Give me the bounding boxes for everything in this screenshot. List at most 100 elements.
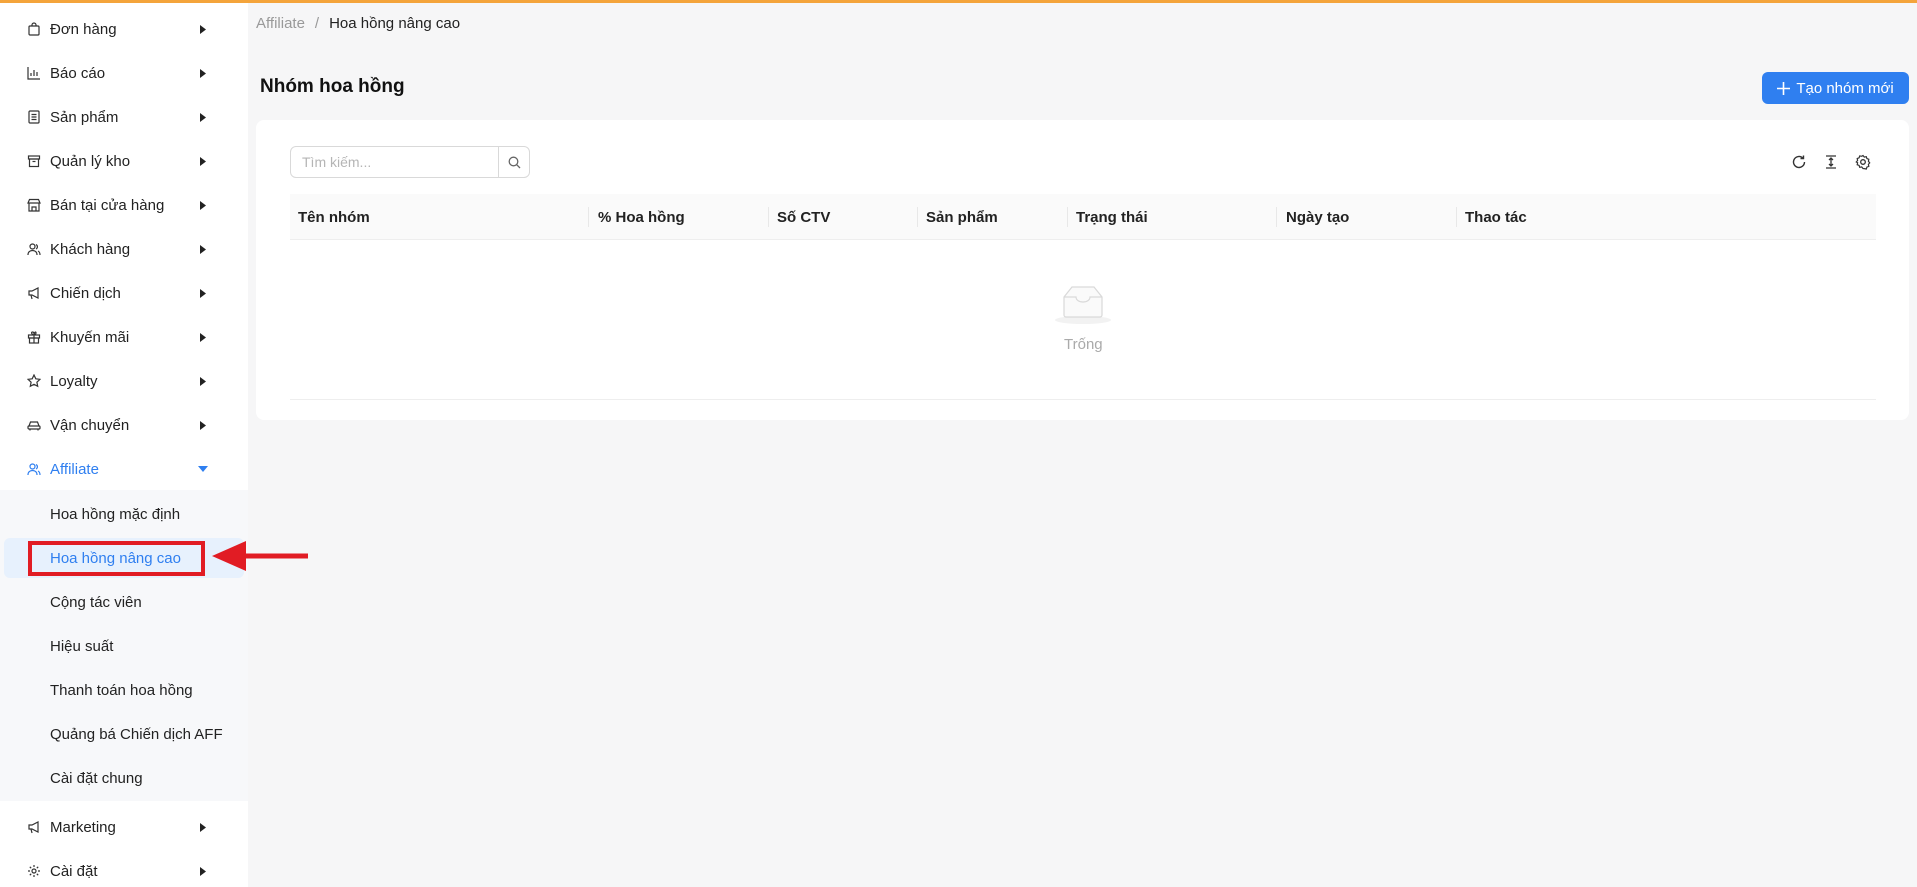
refresh-icon[interactable] xyxy=(1790,153,1808,171)
users-icon xyxy=(26,241,42,257)
breadcrumb-separator: / xyxy=(314,15,320,32)
sidebar-item-label: Vận chuyển xyxy=(50,416,130,434)
column-header-status[interactable]: Trạng thái xyxy=(1076,194,1148,240)
megaphone-icon xyxy=(26,819,42,835)
column-divider xyxy=(768,207,769,227)
sidebar-item-label: Marketing xyxy=(50,818,116,836)
sidebar-item-reports[interactable]: Báo cáo xyxy=(0,51,248,95)
top-accent-bar xyxy=(0,0,1917,3)
sidebar-item-campaigns[interactable]: Chiến dịch xyxy=(0,271,248,315)
sidebar-item-label: Cài đặt xyxy=(50,862,98,880)
submenu-item-label: Cài đặt chung xyxy=(50,769,143,787)
table-header: Tên nhóm % Hoa hồng Số CTV Sản phẩm Trạn… xyxy=(290,194,1876,240)
settings-icon[interactable] xyxy=(1854,153,1872,171)
star-icon xyxy=(26,373,42,389)
page-title: Nhóm hoa hồng xyxy=(260,76,405,97)
breadcrumb: Affiliate / Hoa hồng nâng cao xyxy=(256,15,460,32)
sidebar-item-label: Báo cáo xyxy=(50,64,106,82)
column-header-ctv-count[interactable]: Số CTV xyxy=(777,194,830,240)
submenu-item-label: Thanh toán hoa hồng xyxy=(50,681,193,699)
submenu-item-aff-campaign[interactable]: Quảng bá Chiến dịch AFF xyxy=(0,714,248,754)
column-header-created-date[interactable]: Ngày tạo xyxy=(1286,194,1349,240)
megaphone-icon xyxy=(26,285,42,301)
table-bottom-divider xyxy=(290,399,1876,400)
gift-icon xyxy=(26,329,42,345)
submenu-item-label: Hiệu suất xyxy=(50,637,114,655)
caret-right-icon xyxy=(198,112,208,122)
column-header-commission[interactable]: % Hoa hồng xyxy=(598,194,685,240)
document-icon xyxy=(26,109,42,125)
sidebar-item-label: Khách hàng xyxy=(50,240,131,258)
column-divider xyxy=(588,207,589,227)
sidebar-item-inventory[interactable]: Quản lý kho xyxy=(0,139,248,183)
search-icon xyxy=(508,156,520,168)
submenu-item-label: Quảng bá Chiến dịch AFF xyxy=(50,725,223,743)
sidebar-item-label: Đơn hàng xyxy=(50,20,117,38)
column-divider xyxy=(1067,207,1068,227)
caret-right-icon xyxy=(198,156,208,166)
sidebar-item-pos[interactable]: Bán tại cửa hàng xyxy=(0,183,248,227)
caret-right-icon xyxy=(198,200,208,210)
caret-right-icon xyxy=(198,866,208,876)
caret-right-icon xyxy=(198,68,208,78)
sidebar-item-label: Khuyến mãi xyxy=(50,328,130,346)
sidebar-item-label: Chiến dịch xyxy=(50,284,121,302)
sidebar-item-affiliate[interactable]: Affiliate xyxy=(0,447,248,491)
breadcrumb-current: Hoa hồng nâng cao xyxy=(329,15,461,32)
submenu-item-label: Cộng tác viên xyxy=(50,593,142,611)
sidebar-item-label: Sản phẩm xyxy=(50,108,119,126)
bag-icon xyxy=(26,21,42,37)
caret-right-icon xyxy=(198,244,208,254)
caret-right-icon xyxy=(198,288,208,298)
warehouse-icon xyxy=(26,153,42,169)
sidebar-item-promotions[interactable]: Khuyến mãi xyxy=(0,315,248,359)
create-group-button[interactable]: Tạo nhóm mới xyxy=(1762,72,1909,104)
highlight-box xyxy=(28,541,205,576)
sidebar-item-shipping[interactable]: Vận chuyển xyxy=(0,403,248,447)
gear-icon xyxy=(26,863,42,879)
store-icon xyxy=(26,197,42,213)
column-height-icon[interactable] xyxy=(1822,153,1840,171)
sidebar: Đơn hàng Báo cáo Sản phẩm Quản lý kho Bá… xyxy=(0,3,248,887)
column-divider xyxy=(1276,207,1277,227)
column-divider xyxy=(1456,207,1457,227)
column-divider xyxy=(917,207,918,227)
column-header-products[interactable]: Sản phẩm xyxy=(926,194,998,240)
empty-state-text: Trống xyxy=(1064,336,1103,353)
caret-right-icon xyxy=(198,332,208,342)
sidebar-item-orders[interactable]: Đơn hàng xyxy=(0,7,248,51)
breadcrumb-parent[interactable]: Affiliate xyxy=(256,15,305,32)
caret-right-icon xyxy=(198,376,208,386)
submenu-item-label: Hoa hồng mặc định xyxy=(50,505,181,523)
caret-right-icon xyxy=(198,822,208,832)
create-group-label: Tạo nhóm mới xyxy=(1796,79,1894,97)
search-input[interactable] xyxy=(291,147,498,177)
submenu-item-collaborators[interactable]: Cộng tác viên xyxy=(0,582,248,622)
car-icon xyxy=(26,417,42,433)
sidebar-item-loyalty[interactable]: Loyalty xyxy=(0,359,248,403)
sidebar-item-label: Bán tại cửa hàng xyxy=(50,196,165,214)
sidebar-item-customers[interactable]: Khách hàng xyxy=(0,227,248,271)
sidebar-item-label: Quản lý kho xyxy=(50,152,131,170)
submenu-item-performance[interactable]: Hiệu suất xyxy=(0,626,248,666)
column-header-actions: Thao tác xyxy=(1465,208,1527,226)
empty-inbox-icon xyxy=(1055,286,1111,324)
sidebar-item-settings[interactable]: Cài đặt xyxy=(0,849,248,887)
submenu-item-general-settings[interactable]: Cài đặt chung xyxy=(0,758,248,798)
sidebar-item-label: Loyalty xyxy=(50,372,98,390)
caret-down-icon xyxy=(198,464,208,474)
sidebar-item-label: Affiliate xyxy=(50,460,99,478)
search-box xyxy=(290,146,530,178)
sidebar-item-products[interactable]: Sản phẩm xyxy=(0,95,248,139)
affiliate-icon xyxy=(26,461,42,477)
submenu-item-default-commission[interactable]: Hoa hồng mặc định xyxy=(0,494,248,534)
plus-icon xyxy=(1777,81,1791,95)
sidebar-item-marketing[interactable]: Marketing xyxy=(0,805,248,849)
arrow-left-icon xyxy=(212,541,308,571)
column-header-name[interactable]: Tên nhóm xyxy=(298,194,370,240)
caret-right-icon xyxy=(198,24,208,34)
submenu-item-commission-payment[interactable]: Thanh toán hoa hồng xyxy=(0,670,248,710)
chart-icon xyxy=(26,65,42,81)
caret-right-icon xyxy=(198,420,208,430)
search-button[interactable] xyxy=(498,147,529,177)
